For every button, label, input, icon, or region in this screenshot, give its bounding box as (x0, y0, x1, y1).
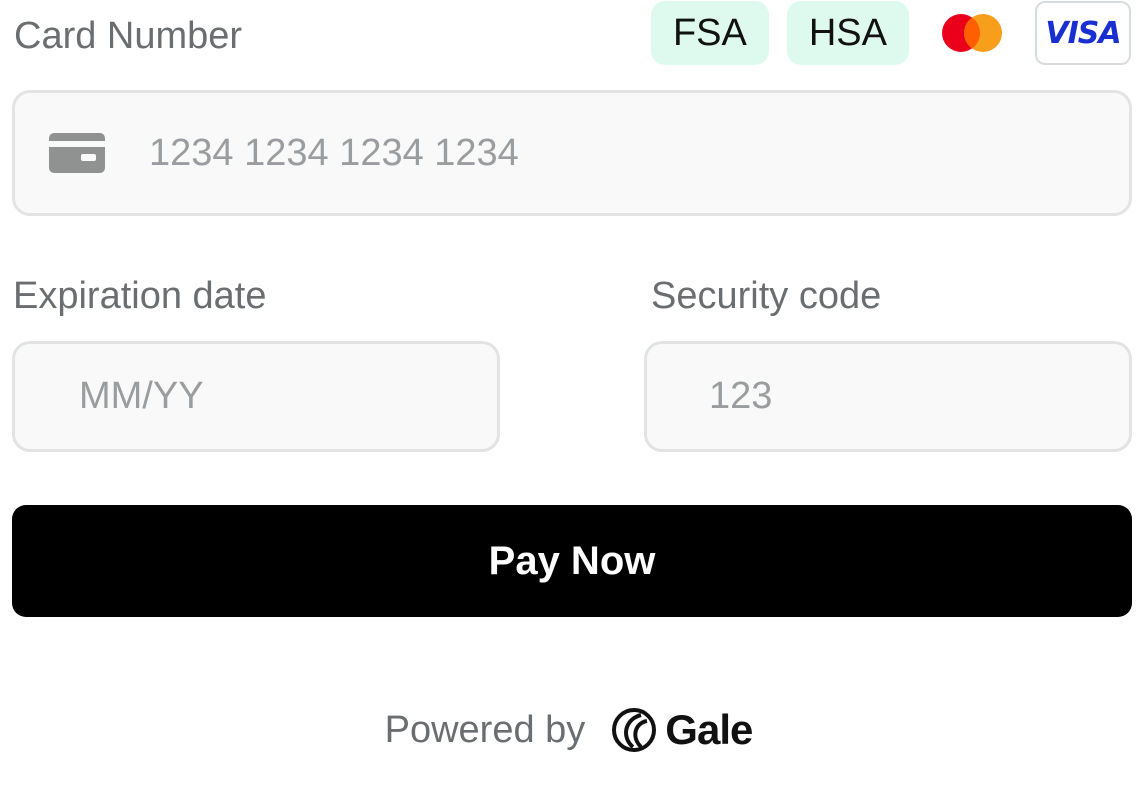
card-number-label: Card Number (14, 15, 243, 57)
security-code-field-container (644, 341, 1132, 452)
powered-by-text: Powered by (384, 708, 586, 751)
pay-now-button[interactable]: Pay Now (12, 505, 1132, 617)
hsa-badge: HSA (786, 1, 909, 65)
card-number-input[interactable] (149, 131, 1129, 175)
security-code-input[interactable] (709, 375, 1129, 418)
powered-by-footer: Powered by Gale (0, 700, 1137, 760)
fsa-badge: FSA (650, 1, 769, 65)
visa-icon: VISA (1035, 1, 1131, 65)
accepted-payment-badges: FSA HSA VISA (650, 0, 1131, 66)
expiration-date-field-container (12, 341, 500, 452)
card-number-field-container (12, 90, 1132, 216)
expiration-date-input[interactable] (79, 375, 497, 418)
payment-form: Card Number FSA HSA VISA Expiration date… (0, 0, 1137, 786)
gale-brand-name: Gale (665, 706, 753, 753)
gale-logo-icon (612, 708, 657, 752)
mastercard-icon (939, 1, 1005, 65)
expiration-date-label: Expiration date (13, 275, 267, 317)
security-code-label: Security code (651, 275, 882, 317)
card-icon (49, 133, 105, 173)
